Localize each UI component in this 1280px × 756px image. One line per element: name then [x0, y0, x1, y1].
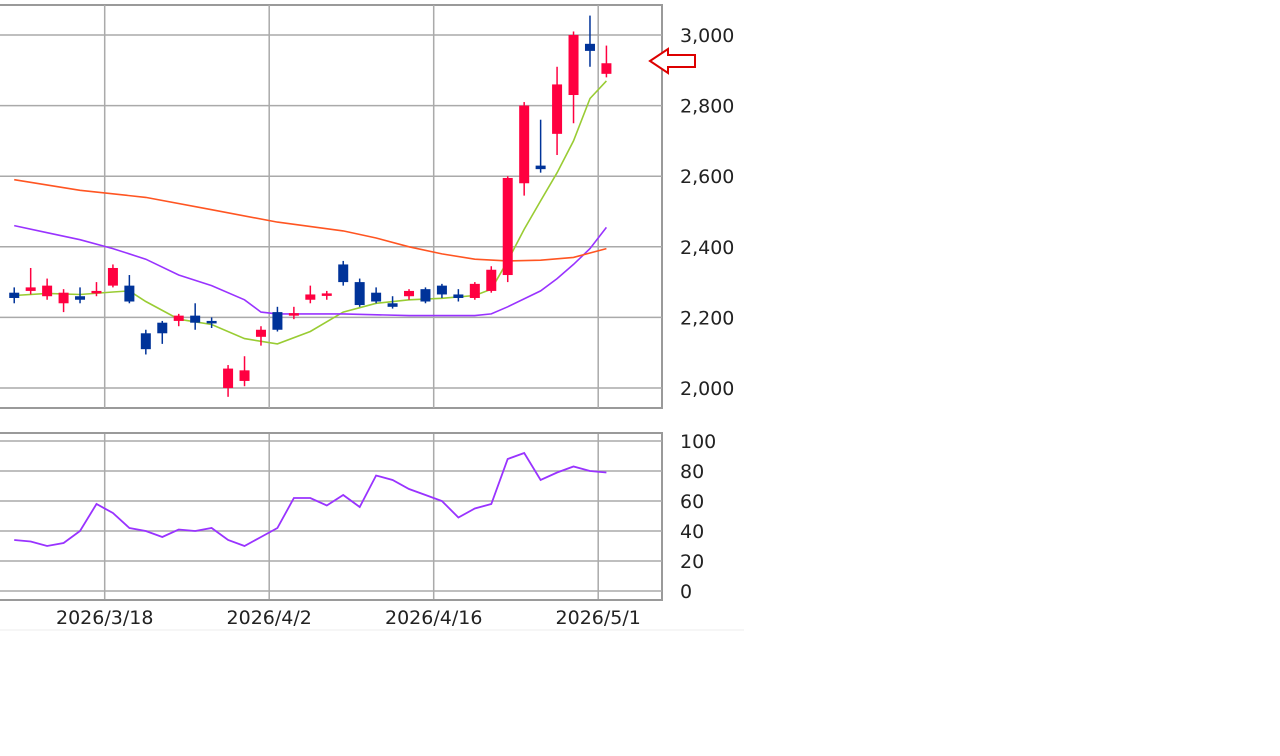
- price-y-tick-label: 2,200: [680, 307, 734, 329]
- candle-body: [305, 294, 316, 300]
- candle-body: [75, 296, 86, 300]
- oscillator-y-tick-label: 20: [680, 551, 704, 573]
- candle-body: [486, 269, 497, 291]
- candle-up: [519, 102, 530, 196]
- candle-up: [239, 356, 250, 387]
- oscillator-line: [14, 451, 607, 547]
- x-axis-date-label: 2026/3/18: [56, 607, 153, 629]
- oscillator-plot-frame: [0, 432, 663, 601]
- candle-body: [601, 63, 612, 74]
- candle-down: [453, 289, 464, 302]
- candle-body: [420, 289, 431, 302]
- candle-up: [173, 313, 184, 327]
- candle-body: [502, 177, 513, 276]
- candle-body: [25, 287, 36, 291]
- price-y-tick-label: 3,000: [680, 25, 734, 47]
- candle-body: [436, 285, 447, 295]
- candle-body: [519, 105, 530, 184]
- candle-body: [255, 329, 266, 337]
- candle-body: [469, 283, 480, 298]
- candle-down: [124, 275, 135, 304]
- candle-body: [354, 282, 365, 306]
- candle-body: [206, 320, 217, 324]
- candle-body: [338, 264, 349, 283]
- x-axis: 2026/3/18 2026/4/2 2026/4/16 2026/5/1: [0, 607, 744, 631]
- candle-up: [502, 176, 513, 283]
- candle-up: [58, 289, 69, 313]
- oscillator-y-tick-label: 80: [680, 461, 704, 483]
- candle-body: [272, 312, 283, 330]
- candle-down: [354, 278, 365, 307]
- candle-body: [107, 267, 118, 286]
- candle-down: [584, 15, 595, 67]
- price-y-tick-label: 2,000: [680, 378, 734, 400]
- candle-up: [552, 66, 563, 156]
- candle-body: [173, 315, 184, 321]
- candle-body: [584, 43, 595, 51]
- price-y-tick-label: 2,600: [680, 166, 734, 188]
- candle-down: [338, 260, 349, 286]
- candle-up: [404, 289, 415, 300]
- candle-up: [486, 266, 497, 293]
- moving-average-long-line: [14, 178, 607, 262]
- candle-down: [436, 283, 447, 298]
- price-panel: 2,000 2,200 2,400 2,600 2,800 3,000: [0, 4, 734, 409]
- candle-body: [157, 322, 168, 334]
- candle-up: [107, 264, 118, 288]
- oscillator-y-tick-label: 40: [680, 521, 704, 543]
- candle-body: [190, 315, 201, 323]
- price-plot-frame: [0, 4, 663, 409]
- oscillator-y-tick-label: 100: [680, 431, 716, 453]
- candle-body: [404, 290, 415, 297]
- candle-down: [9, 287, 20, 304]
- candle-body: [223, 368, 234, 388]
- chart-svg: 2,000 2,200 2,400 2,600 2,800 3,000 0 20 40 60 80…: [0, 4, 744, 631]
- oscillator-panel: 0 20 40 60 80 100: [0, 431, 716, 603]
- candle-up: [568, 31, 579, 124]
- candle-body: [535, 165, 546, 170]
- candle-up: [601, 45, 612, 78]
- oscillator-y-tick-label: 0: [680, 581, 692, 603]
- candle-down: [371, 287, 382, 304]
- candle-down: [420, 287, 431, 304]
- candle-down: [157, 320, 168, 344]
- candle-down: [190, 303, 201, 330]
- price-y-tick-label: 2,800: [680, 96, 734, 118]
- candle-down: [75, 287, 86, 304]
- oscillator-y-tick-label: 60: [680, 491, 704, 513]
- candle-down: [140, 329, 151, 355]
- candle-up: [469, 282, 480, 300]
- x-axis-date-label: 2026/4/16: [385, 607, 482, 629]
- candle-body: [371, 292, 382, 302]
- candle-down: [535, 119, 546, 173]
- candle-body: [124, 285, 135, 302]
- candle-body: [42, 285, 53, 297]
- candle-down: [272, 306, 283, 332]
- price-y-tick-label: 2,400: [680, 237, 734, 259]
- candle-body: [453, 294, 464, 298]
- candle-body: [9, 292, 20, 298]
- candle-body: [239, 370, 250, 381]
- candle-body: [140, 333, 151, 350]
- candle-body: [568, 35, 579, 96]
- candle-body: [91, 290, 102, 294]
- current-price-arrow-icon: [648, 47, 696, 75]
- candle-up: [42, 278, 53, 300]
- candle-body: [387, 303, 398, 307]
- moving-average-short-line: [14, 80, 607, 345]
- chart-container: 2,000 2,200 2,400 2,600 2,800 3,000 0 20 40 60 80…: [0, 0, 1280, 752]
- candle-body: [552, 84, 563, 134]
- candle-up: [25, 267, 36, 295]
- candle-up: [321, 290, 332, 300]
- candle-up: [305, 285, 316, 304]
- candle-body: [288, 313, 299, 316]
- x-axis-date-label: 2026/5/1: [556, 607, 641, 629]
- candle-body: [58, 292, 69, 304]
- candle-up: [223, 365, 234, 397]
- x-axis-date-label: 2026/4/2: [227, 607, 312, 629]
- candle-body: [321, 293, 332, 296]
- candle-up: [255, 326, 266, 346]
